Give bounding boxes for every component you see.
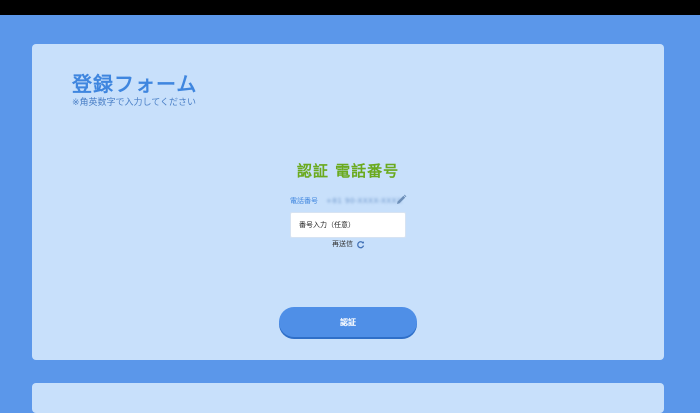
phone-number-label: 電話番号: [290, 197, 318, 205]
verification-title: 認証 電話番号: [296, 162, 400, 180]
pencil-icon[interactable]: [394, 192, 408, 206]
form-title: 登録フォーム: [72, 72, 198, 96]
top-bar: [0, 0, 700, 15]
phone-number-value: +81 90-XXXX-XXXX: [326, 197, 403, 205]
registration-form-card: 登録フォーム ※角英数字で入力してください 認証 電話番号 電話番号 +81 9…: [32, 44, 664, 360]
phone-number-row: 電話番号 +81 90-XXXX-XXXX: [290, 194, 410, 208]
resend-label: 再送信: [332, 240, 353, 248]
form-note: ※角英数字で入力してください: [72, 98, 197, 108]
refresh-icon: [357, 240, 365, 248]
verification-code-input[interactable]: [290, 212, 406, 238]
verify-button[interactable]: 認証: [279, 307, 417, 337]
next-section-card: [32, 383, 664, 413]
resend-link[interactable]: 再送信: [332, 238, 365, 250]
